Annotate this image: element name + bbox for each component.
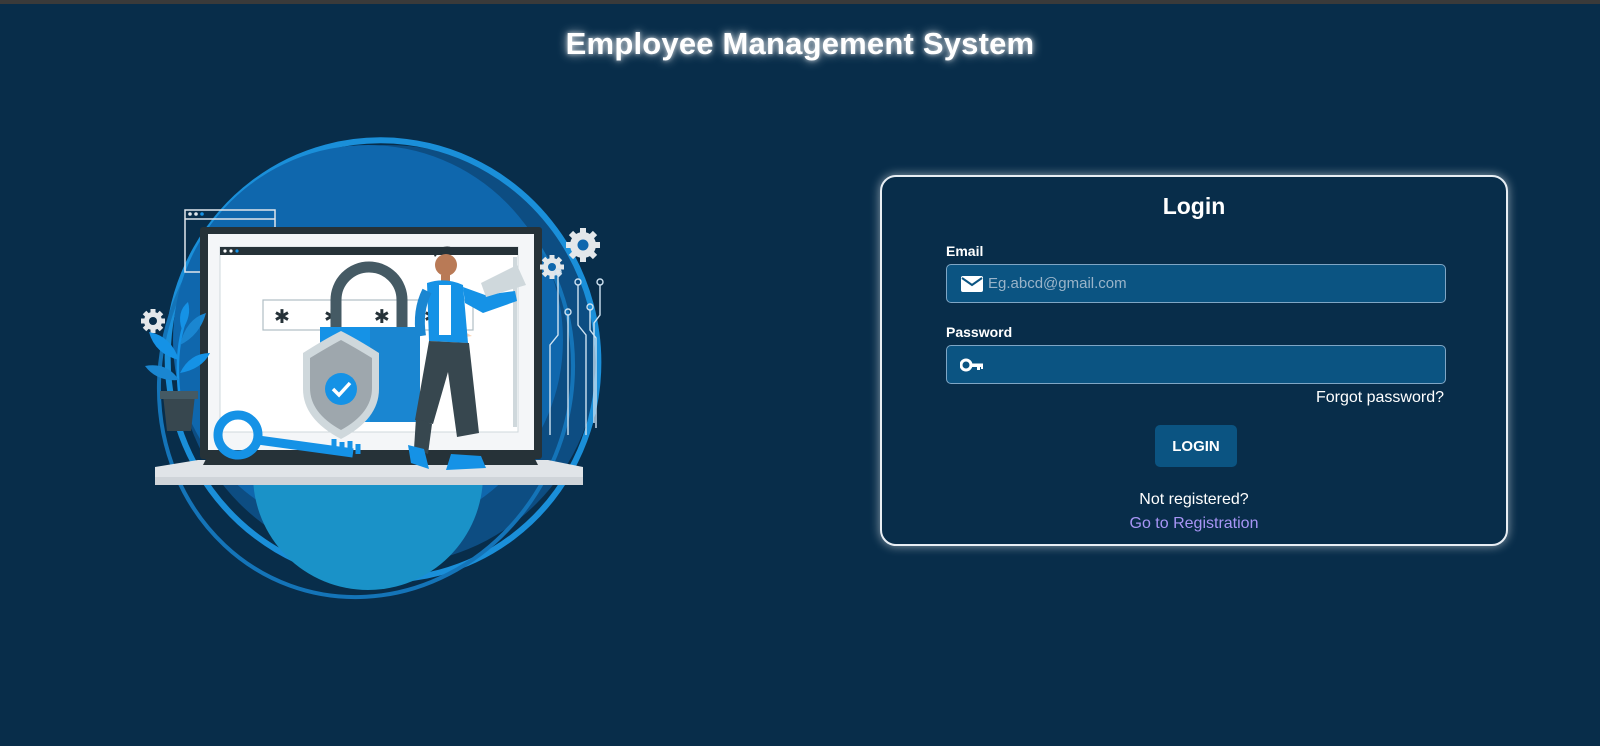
password-field[interactable] (946, 345, 1446, 384)
key-icon (960, 358, 983, 372)
login-card: Login Email Password Forgot password? LO… (880, 175, 1508, 546)
gear-icon-left (141, 309, 165, 333)
envelope-icon (961, 276, 983, 292)
password-mask-text: ✱ ✱ ✱ ✱ (274, 306, 454, 328)
email-field[interactable] (946, 264, 1446, 303)
gear-icon-small (540, 255, 564, 279)
browser-top-strip (0, 0, 1600, 4)
security-illustration: ✱ ✱ ✱ ✱ (141, 137, 604, 600)
password-input[interactable] (988, 346, 1428, 383)
go-to-registration-link[interactable]: Go to Registration (882, 515, 1506, 533)
login-title: Login (1162, 193, 1226, 219)
page-title: Employee Management System (565, 26, 1035, 61)
email-label: Email (946, 243, 984, 259)
email-input[interactable] (988, 265, 1428, 302)
forgot-password-link[interactable]: Forgot password? (1316, 389, 1444, 407)
password-label: Password (946, 324, 1013, 340)
gear-icon-large (566, 228, 600, 262)
not-registered-text: Not registered? (1139, 491, 1249, 508)
login-button[interactable]: LOGIN (1155, 425, 1237, 467)
